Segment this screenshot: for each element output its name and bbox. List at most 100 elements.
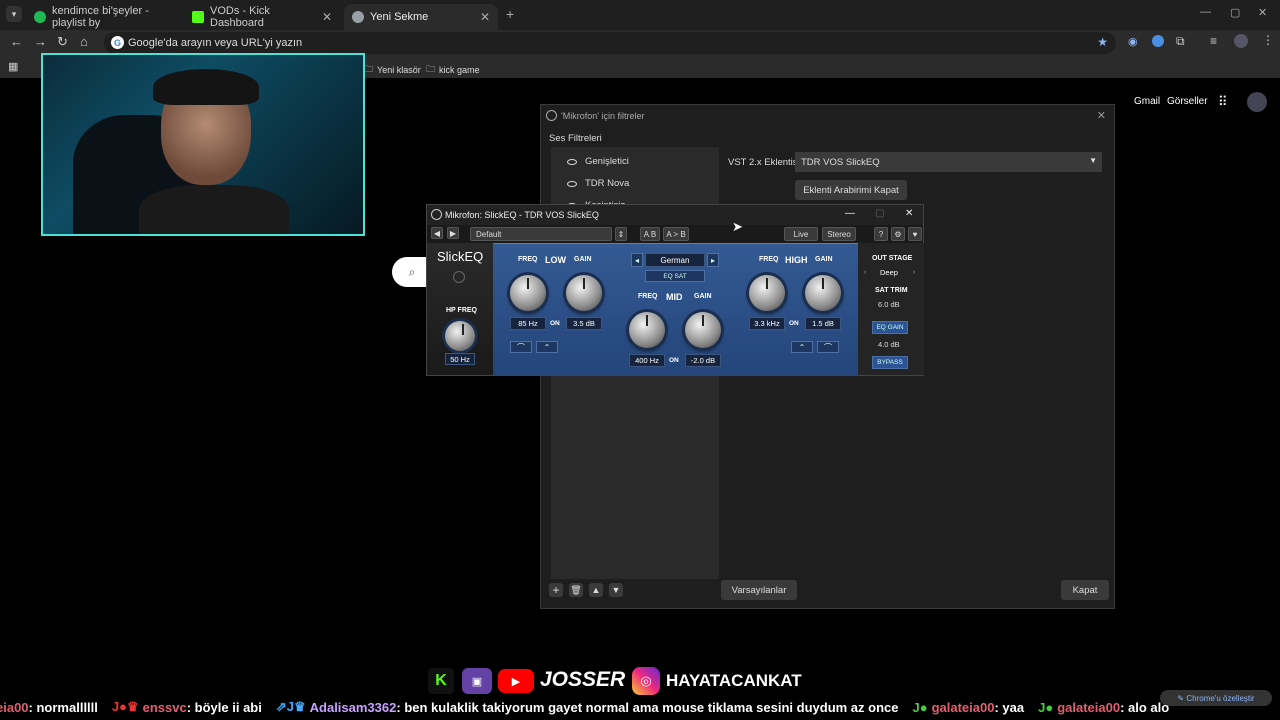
- bookmark-folder[interactable]: 🗀 kick game: [426, 62, 480, 78]
- close-icon[interactable]: ✕: [1097, 109, 1106, 122]
- reading-list-icon[interactable]: ≡: [1210, 34, 1217, 48]
- minimize-icon[interactable]: —: [845, 208, 855, 219]
- minimize-icon[interactable]: —: [1200, 6, 1211, 18]
- prev-preset-icon[interactable]: ◀: [431, 227, 443, 239]
- gear-icon[interactable]: ⚙: [891, 227, 905, 241]
- mid-gain-value[interactable]: -2.0 dB: [685, 354, 721, 367]
- hp-freq-knob[interactable]: [445, 321, 475, 351]
- ab-button[interactable]: A B: [640, 227, 660, 241]
- out-stage-next-icon[interactable]: ›: [913, 269, 915, 276]
- low-freq-value[interactable]: 85 Hz: [510, 317, 546, 330]
- hp-freq-value[interactable]: 50 Hz: [445, 353, 475, 365]
- sat-trim-value[interactable]: 6.0 dB: [878, 300, 900, 309]
- live-button[interactable]: Live: [784, 227, 818, 241]
- puzzle-icon[interactable]: ⧉: [1176, 34, 1185, 49]
- high-gain-value[interactable]: 1.5 dB: [805, 317, 841, 330]
- eq-gain-value[interactable]: 4.0 dB: [878, 340, 900, 349]
- mid-freq-knob[interactable]: [629, 312, 665, 348]
- tab-spotify[interactable]: kendimce bi'şeyler - playlist by: [26, 4, 180, 30]
- profile-avatar[interactable]: [1234, 34, 1248, 48]
- next-preset-icon[interactable]: ▶: [447, 227, 459, 239]
- eq-sat-button[interactable]: EQ SAT: [645, 270, 705, 282]
- low-on-toggle[interactable]: ON: [550, 320, 560, 327]
- high-bell-shape-icon[interactable]: ⌃: [791, 341, 813, 353]
- arrow-down-icon[interactable]: ▼: [609, 583, 623, 597]
- eq-gain-button[interactable]: EQ GAIN: [872, 321, 908, 334]
- eye-icon[interactable]: [567, 180, 577, 187]
- bookmark-star-icon[interactable]: ★: [1097, 35, 1108, 49]
- mid-gain-knob[interactable]: [685, 312, 721, 348]
- close-icon[interactable]: ✕: [905, 208, 913, 219]
- arrow-up-icon[interactable]: ▲: [589, 583, 603, 597]
- maximize-icon[interactable]: ▢: [1230, 6, 1240, 19]
- audio-icon[interactable]: ◉: [1128, 35, 1138, 48]
- ticker-user: eia00: [0, 699, 29, 715]
- mid-freq-value[interactable]: 400 Hz: [629, 354, 665, 367]
- low-shelf-shape-icon[interactable]: ⌒: [510, 341, 532, 353]
- high-gain-knob[interactable]: [805, 275, 841, 311]
- ticker-user: enssvc: [142, 699, 187, 715]
- copy-a-to-b-button[interactable]: A > B: [663, 227, 689, 241]
- account-avatar[interactable]: [1247, 92, 1267, 112]
- images-link[interactable]: Görseller: [1167, 96, 1208, 107]
- ticker-message: : normallllll: [28, 699, 98, 715]
- bypass-button[interactable]: BYPASS: [872, 356, 908, 369]
- high-freq-value[interactable]: 3.3 kHz: [749, 317, 785, 330]
- menu-icon[interactable]: ⋮: [1262, 33, 1274, 47]
- close-button[interactable]: Kapat: [1061, 580, 1109, 600]
- preset-menu-icon[interactable]: ⇕: [615, 227, 627, 241]
- maximize-icon[interactable]: ▢: [875, 208, 884, 219]
- eye-icon[interactable]: [567, 158, 577, 165]
- high-freq-label: FREQ: [759, 256, 779, 263]
- forward-icon[interactable]: →: [34, 34, 47, 49]
- back-icon[interactable]: ←: [10, 34, 23, 49]
- filter-item[interactable]: TDR Nova: [567, 178, 629, 189]
- low-band-title: LOW: [545, 255, 566, 265]
- extension-icon[interactable]: [1152, 35, 1164, 47]
- low-freq-knob[interactable]: [510, 275, 546, 311]
- close-window-icon[interactable]: ✕: [1258, 6, 1267, 19]
- obs-icon: [546, 110, 557, 121]
- high-freq-knob[interactable]: [749, 275, 785, 311]
- help-icon[interactable]: ?: [874, 227, 888, 241]
- stereo-button[interactable]: Stereo: [822, 227, 856, 241]
- defaults-button[interactable]: Varsayılanlar: [721, 580, 797, 600]
- google-apps-icon[interactable]: ⠿: [1218, 94, 1228, 110]
- trash-icon[interactable]: 🗑: [569, 583, 583, 597]
- low-bell-shape-icon[interactable]: ⌃: [536, 341, 558, 353]
- apps-icon[interactable]: ▦: [8, 60, 18, 73]
- filter-item[interactable]: Genişletici: [567, 156, 629, 167]
- reload-icon[interactable]: ↻: [57, 34, 68, 50]
- eq-mode-select[interactable]: German: [645, 253, 705, 267]
- mid-on-toggle[interactable]: ON: [669, 357, 679, 364]
- tab-search-button[interactable]: ▾: [6, 6, 22, 22]
- close-icon[interactable]: ✕: [322, 10, 332, 24]
- bookmark-folder[interactable]: 🗀 Yeni klasör: [364, 62, 421, 78]
- close-interface-button[interactable]: Eklenti Arabirimi Kapat: [795, 180, 907, 200]
- address-bar[interactable]: G Google'da arayın veya URL'yi yazın ★: [104, 32, 1116, 54]
- out-stage-value[interactable]: Deep: [880, 268, 898, 277]
- heart-icon[interactable]: ♥: [908, 227, 922, 241]
- low-gain-knob[interactable]: [566, 275, 602, 311]
- tab-kick[interactable]: VODs - Kick Dashboard ✕: [184, 4, 340, 30]
- slickeq-right-column: OUT STAGE ‹ Deep › SAT TRIM 6.0 dB EQ GA…: [858, 243, 924, 375]
- home-icon[interactable]: ⌂: [80, 34, 88, 49]
- add-icon[interactable]: +: [549, 583, 563, 597]
- new-tab-button[interactable]: +: [506, 6, 514, 22]
- mode-next-icon[interactable]: ▸: [707, 253, 719, 267]
- close-icon[interactable]: ✕: [480, 10, 490, 24]
- folder-icon: 🗀: [364, 64, 374, 74]
- tab-new-tab[interactable]: Yeni Sekme ✕: [344, 4, 498, 30]
- plugin-select[interactable]: TDR VOS SlickEQ ▼: [795, 152, 1102, 172]
- high-on-toggle[interactable]: ON: [789, 320, 799, 327]
- tab-label: kendimce bi'şeyler - playlist by: [52, 5, 149, 29]
- out-stage-prev-icon[interactable]: ‹: [864, 269, 866, 276]
- spotify-icon: [34, 11, 46, 23]
- high-shelf-shape-icon[interactable]: ⌒: [817, 341, 839, 353]
- preset-select[interactable]: Default: [470, 227, 612, 241]
- gmail-link[interactable]: Gmail: [1134, 96, 1160, 107]
- low-gain-value[interactable]: 3.5 dB: [566, 317, 602, 330]
- sat-trim-label: SAT TRIM: [875, 287, 908, 294]
- mode-prev-icon[interactable]: ◂: [631, 253, 643, 267]
- instagram-handle: HAYATACANKAT: [666, 671, 802, 690]
